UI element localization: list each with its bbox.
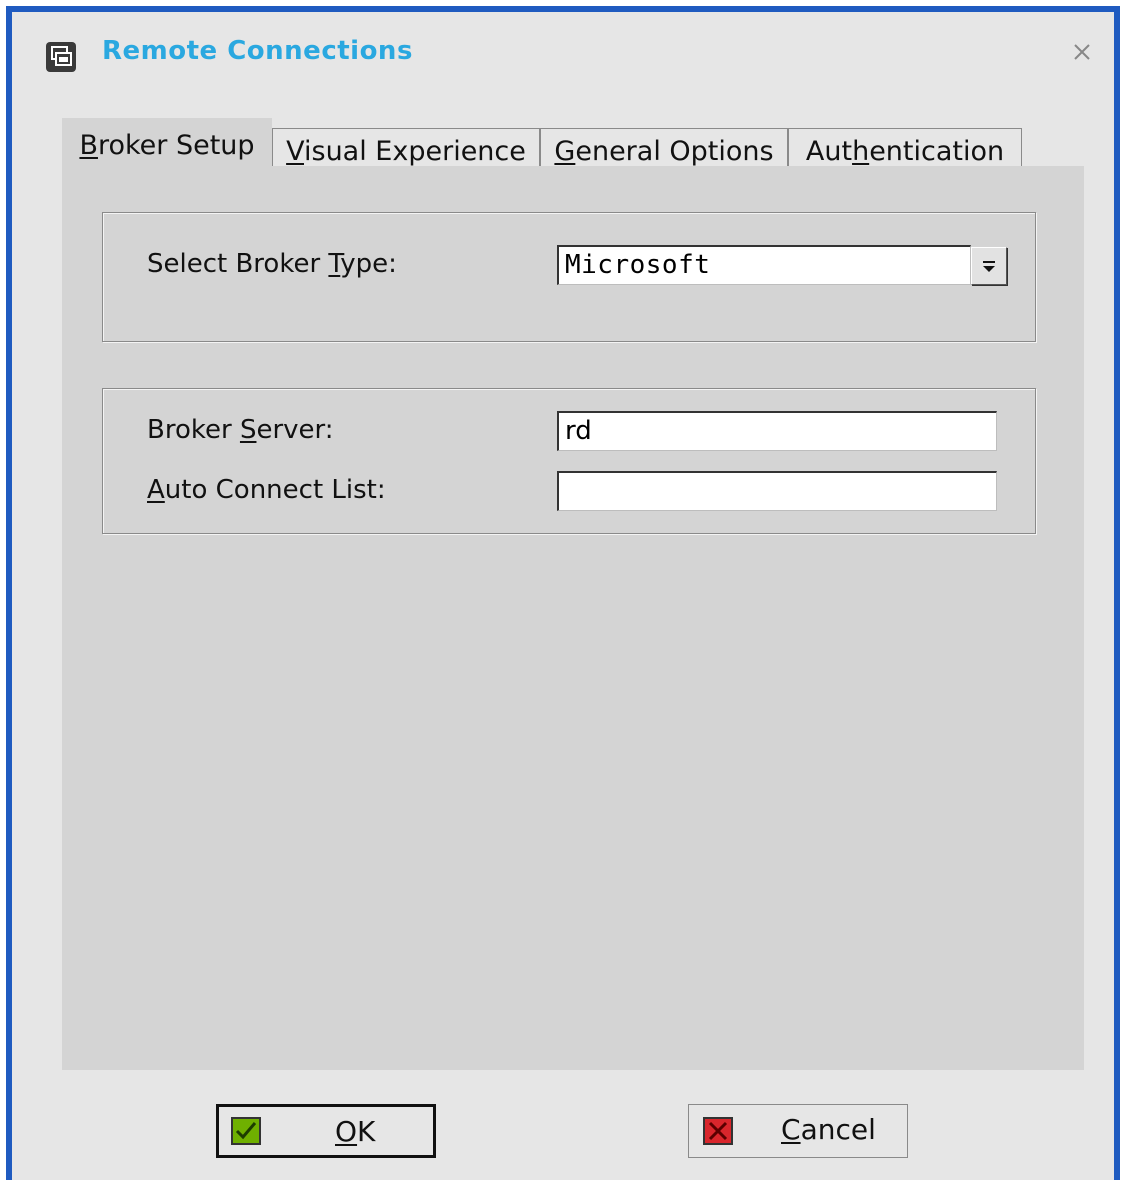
tab-label-mnemonic: G xyxy=(554,136,576,167)
broker-type-select[interactable]: Microsoft xyxy=(557,245,971,285)
broker-type-group: Select Broker Type: Microsoft xyxy=(102,212,1036,342)
tab-label-mnemonic: V xyxy=(286,136,304,167)
broker-setup-panel: Select Broker Type: Microsoft Broker Ser… xyxy=(62,166,1084,1070)
tab-label-mnemonic: B xyxy=(79,130,98,161)
auto-connect-list-label: Auto Connect List: xyxy=(147,475,386,505)
tab-label: roker Setup xyxy=(97,130,255,161)
ok-button[interactable]: OK xyxy=(216,1104,436,1158)
broker-server-group: Broker Server: rd Auto Connect List: xyxy=(102,388,1036,534)
tab-label: isual Experience xyxy=(304,136,526,167)
window-title: Remote Connections xyxy=(102,36,413,66)
tab-label: entication xyxy=(869,136,1005,167)
close-x-icon xyxy=(703,1117,733,1145)
tab-label: eneral Options xyxy=(575,136,774,167)
broker-server-label: Broker Server: xyxy=(147,415,334,445)
checkmark-icon xyxy=(231,1117,261,1145)
remote-connections-icon xyxy=(46,42,76,72)
tab-label-mnemonic: h xyxy=(852,136,870,167)
select-broker-type-label: Select Broker Type: xyxy=(147,249,397,279)
cancel-button[interactable]: Cancel xyxy=(688,1104,908,1158)
auto-connect-list-input[interactable] xyxy=(557,471,997,511)
tab-label: Aut xyxy=(805,136,853,167)
ok-button-label: OK xyxy=(335,1115,376,1148)
broker-server-input[interactable]: rd xyxy=(557,411,997,451)
remote-connections-dialog: Remote Connections Broker Setup Visual E… xyxy=(6,6,1120,1180)
close-icon[interactable] xyxy=(1070,40,1094,64)
cancel-button-label: Cancel xyxy=(781,1113,876,1146)
chevron-down-icon[interactable] xyxy=(971,247,1007,285)
